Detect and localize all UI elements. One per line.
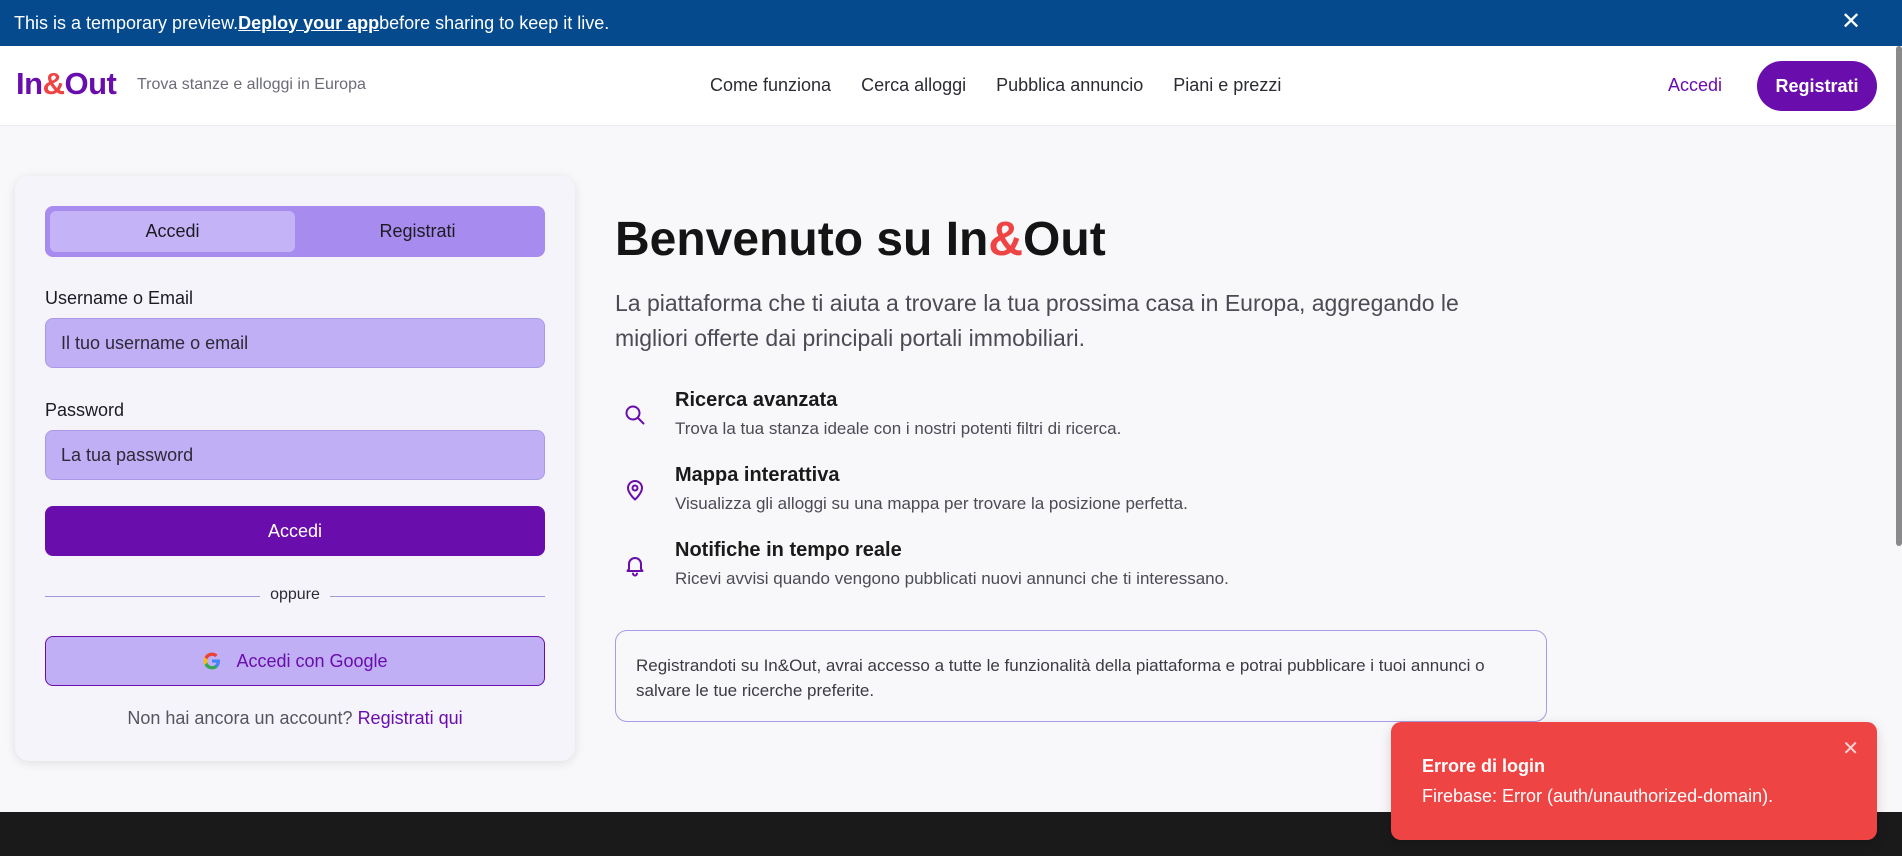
- logo-out: Out: [64, 66, 117, 101]
- nav-cerca-alloggi[interactable]: Cerca alloggi: [861, 75, 966, 96]
- page-scrollbar[interactable]: [1896, 46, 1902, 546]
- logo-amp: &: [42, 66, 65, 101]
- close-icon[interactable]: ✕: [1838, 9, 1864, 35]
- feature-title: Notifiche in tempo reale: [675, 539, 902, 561]
- title-before: Benvenuto su In: [615, 213, 989, 266]
- error-toast: Errore di login Firebase: Error (auth/un…: [1391, 722, 1877, 840]
- title-after: Out: [1023, 213, 1106, 266]
- feature-description: Trova la tua stanza ideale con i nostri …: [675, 419, 1122, 438]
- auth-tabs: Accedi Registrati: [45, 206, 545, 257]
- google-login-button[interactable]: Accedi con Google: [45, 636, 545, 686]
- google-button-label: Accedi con Google: [236, 650, 388, 671]
- divider-line-right: [330, 596, 545, 597]
- logo-in: In: [16, 66, 43, 101]
- page-subtitle: La piattaforma che ti aiuta a trovare la…: [615, 290, 1459, 351]
- toast-title: Errore di login: [1422, 756, 1546, 776]
- feature-search: Ricerca avanzata Trova la tua stanza ide…: [615, 389, 1515, 445]
- feature-map: Mappa interattiva Visualizza gli alloggi…: [615, 464, 1515, 520]
- username-label: Username o Email: [45, 288, 194, 308]
- divider: oppure: [45, 586, 545, 606]
- signup-prompt: Non hai ancora un account? Registrati qu…: [15, 708, 575, 729]
- main-nav: Come funziona Cerca alloggi Pubblica ann…: [710, 75, 1281, 96]
- nav-pubblica-annuncio[interactable]: Pubblica annuncio: [996, 75, 1143, 96]
- title-amp: &: [988, 213, 1024, 266]
- feature-title: Mappa interattiva: [675, 464, 840, 486]
- google-icon: [204, 652, 221, 670]
- header-register-button[interactable]: Registrati: [1757, 61, 1877, 111]
- logo[interactable]: In&Out: [16, 66, 117, 102]
- password-label: Password: [45, 400, 125, 420]
- register-here-link[interactable]: Registrati qui: [358, 708, 463, 728]
- auth-card: Accedi Registrati Username o Email Il tu…: [15, 176, 575, 761]
- header-login-link[interactable]: Accedi: [1668, 75, 1722, 96]
- bell-icon: [626, 557, 644, 577]
- password-input[interactable]: La tua password: [45, 430, 545, 480]
- feature-description: Ricevi avvisi quando vengono pubblicati …: [675, 569, 1229, 588]
- toast-close-icon[interactable]: ✕: [1842, 736, 1859, 761]
- preview-banner: This is a temporary preview. Deploy your…: [0, 0, 1902, 46]
- nav-come-funziona[interactable]: Come funziona: [710, 75, 831, 96]
- map-pin-icon: [627, 480, 643, 501]
- site-header: In&Out Trova stanze e alloggi in Europa …: [0, 46, 1896, 126]
- no-account-text: Non hai ancora un account?: [127, 708, 353, 728]
- nav-piani-prezzi[interactable]: Piani e prezzi: [1173, 75, 1281, 96]
- search-icon: [625, 405, 645, 425]
- username-input[interactable]: Il tuo username o email: [45, 318, 545, 368]
- feature-notifications: Notifiche in tempo reale Ricevi avvisi q…: [615, 539, 1515, 595]
- deploy-app-link[interactable]: Deploy your app: [238, 13, 379, 34]
- tagline: Trova stanze e alloggi in Europa: [137, 76, 366, 93]
- toast-message: Firebase: Error (auth/unauthorized-domai…: [1422, 786, 1774, 806]
- tab-login[interactable]: Accedi: [50, 211, 295, 252]
- feature-description: Visualizza gli alloggi su una mappa per …: [675, 494, 1188, 513]
- feature-title: Ricerca avanzata: [675, 389, 838, 411]
- divider-label: oppure: [270, 586, 320, 603]
- banner-text-before: This is a temporary preview.: [14, 12, 239, 33]
- page-title: Benvenuto su In&Out: [615, 212, 1106, 267]
- info-box: Registrandoti su In&Out, avrai accesso a…: [615, 630, 1547, 722]
- login-submit-button[interactable]: Accedi: [45, 506, 545, 556]
- tab-register[interactable]: Registrati: [295, 211, 540, 252]
- banner-text-after: before sharing to keep it live.: [379, 12, 610, 33]
